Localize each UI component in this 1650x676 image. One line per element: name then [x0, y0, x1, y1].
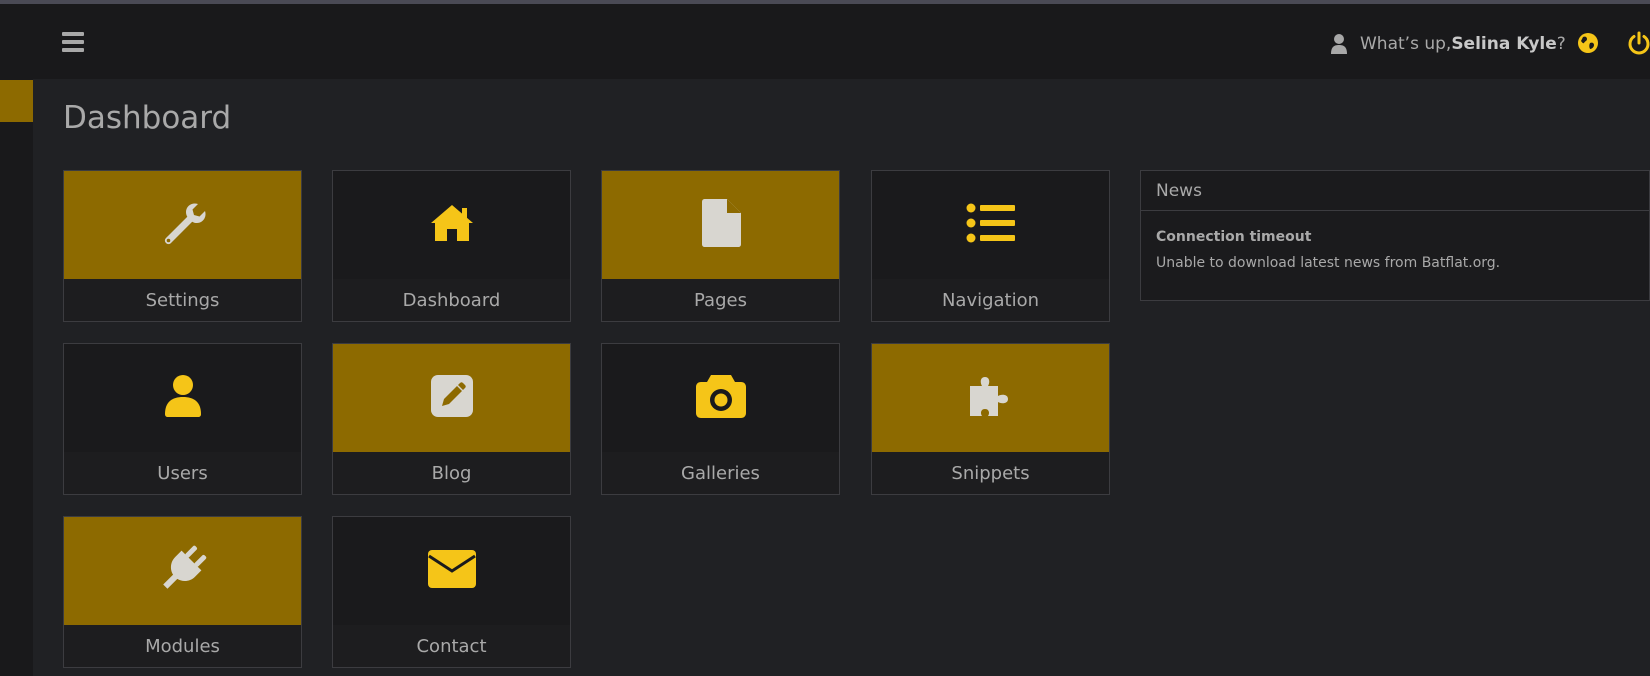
power-icon[interactable] [1627, 31, 1650, 55]
news-item-text: Unable to download latest news from Batf… [1156, 255, 1501, 271]
tile-label: Navigation [872, 279, 1109, 321]
tile-icon-area [872, 171, 1109, 279]
tile-label: Snippets [872, 452, 1109, 494]
news-item-title: Connection timeout [1156, 229, 1312, 245]
tile-icon-area [64, 171, 301, 279]
tile-label: Dashboard [333, 279, 570, 321]
tile-label: Blog [333, 452, 570, 494]
tile-icon-area [333, 344, 570, 452]
tile-label: Galleries [602, 452, 839, 494]
tile-modules[interactable]: Modules [63, 516, 302, 668]
tile-icon-area [872, 344, 1109, 452]
tile-icon-area [602, 171, 839, 279]
greeting-user-name: Selina Kyle [1451, 34, 1557, 54]
home-icon [428, 203, 476, 247]
tile-dashboard[interactable]: Dashboard [332, 170, 571, 322]
user-icon [164, 374, 202, 422]
tile-blog[interactable]: Blog [332, 343, 571, 495]
user-icon [1330, 33, 1348, 55]
edit-icon [430, 374, 474, 422]
tile-icon-area [602, 344, 839, 452]
menu-icon[interactable] [62, 32, 84, 52]
top-navbar: What’s up, Selina Kyle ? [0, 4, 1650, 79]
wrench-icon [158, 198, 208, 252]
tile-galleries[interactable]: Galleries [601, 343, 840, 495]
greeting-prefix: What’s up, [1360, 34, 1452, 54]
tile-label: Settings [64, 279, 301, 321]
globe-icon[interactable] [1577, 32, 1599, 54]
tile-label: Contact [333, 625, 570, 667]
tile-contact[interactable]: Contact [332, 516, 571, 668]
tile-label: Modules [64, 625, 301, 667]
tile-users[interactable]: Users [63, 343, 302, 495]
puzzle-icon [968, 374, 1014, 422]
page-title: Dashboard [63, 100, 232, 136]
tile-icon-area [333, 517, 570, 625]
plug-icon [158, 544, 208, 598]
greeting-suffix: ? [1556, 34, 1566, 54]
camera-icon [695, 373, 747, 423]
tile-label: Users [64, 452, 301, 494]
tile-label: Pages [602, 279, 839, 321]
tile-icon-area [333, 171, 570, 279]
news-heading: News [1141, 171, 1649, 211]
news-body: Connection timeout Unable to download la… [1141, 211, 1649, 289]
tile-snippets[interactable]: Snippets [871, 343, 1110, 495]
tile-icon-area [64, 517, 301, 625]
tile-navigation[interactable]: Navigation [871, 170, 1110, 322]
list-icon [966, 203, 1016, 247]
news-panel: News Connection timeout Unable to downlo… [1140, 170, 1650, 301]
tile-pages[interactable]: Pages [601, 170, 840, 322]
envelope-icon [427, 549, 477, 593]
file-icon [700, 198, 742, 252]
sidebar-active-item[interactable] [0, 80, 33, 122]
tile-icon-area [64, 344, 301, 452]
user-greeting: What’s up, Selina Kyle ? [1330, 30, 1566, 58]
sidebar [0, 79, 33, 676]
tile-settings[interactable]: Settings [63, 170, 302, 322]
